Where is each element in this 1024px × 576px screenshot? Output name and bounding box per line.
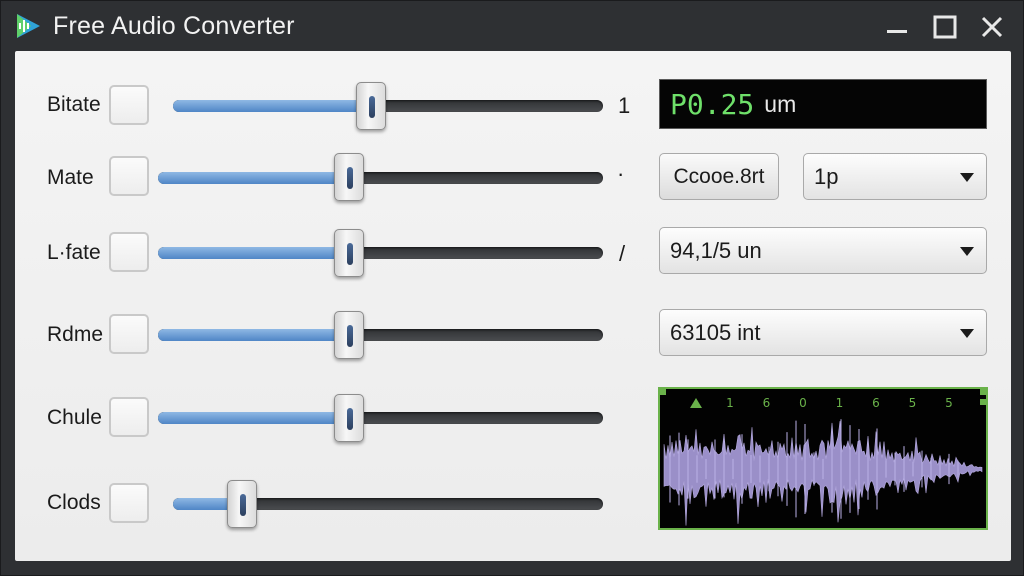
waveform-ruler: 1 6 0 1 6 5 5 [726, 396, 953, 410]
chule-checkbox[interactable] [109, 397, 149, 437]
waveform-display[interactable]: 1 6 0 1 6 5 5 [658, 387, 988, 530]
mate-slider-thumb[interactable] [334, 153, 365, 201]
bitrate-slider-fill [173, 100, 371, 112]
title-bar: Free Audio Converter [1, 1, 1024, 51]
chule-slider-thumb[interactable] [334, 394, 365, 442]
mate-slider-end-label: · [617, 161, 625, 186]
waveform-ruler-label: 1 [726, 396, 734, 410]
app-logo-icon [17, 14, 40, 38]
app-window: Free Audio Converter Bitate 1 Mate · L·f… [0, 0, 1024, 576]
row-label-rdme: Rdme [47, 323, 104, 346]
playhead-marker-icon [690, 398, 702, 408]
row-label-bitrate: Bitate [47, 93, 101, 116]
rate-dropdown[interactable]: 94,1/5 un [659, 227, 987, 274]
value-display: P0.25 um [659, 79, 987, 129]
converter-panel: Bitate 1 Mate · L·fate / Rdme Chule Clod… [15, 51, 1011, 561]
chevron-down-icon [960, 329, 974, 338]
waveform-ruler-label: 1 [836, 396, 844, 410]
rate-dropdown-value: 94,1/5 un [670, 238, 762, 263]
late-checkbox[interactable] [109, 232, 149, 272]
waveform-ruler-label: 6 [763, 396, 771, 410]
row-label-mate: Mate [47, 166, 94, 189]
minimize-icon[interactable] [883, 13, 911, 41]
display-value: P0.25 [670, 87, 755, 121]
rdme-checkbox[interactable] [109, 314, 149, 354]
row-label-clods: Clods [47, 491, 101, 514]
waveform-ruler-label: 6 [872, 396, 880, 410]
waveform-signal [663, 419, 983, 526]
late-slider-fill [158, 247, 350, 259]
chevron-down-icon [960, 173, 974, 182]
maximize-icon[interactable] [931, 13, 959, 41]
waveform-corner-marker [980, 399, 986, 405]
rdme-slider-thumb[interactable] [334, 311, 365, 359]
mate-slider-fill [158, 172, 350, 184]
waveform-corner-marker [660, 389, 666, 395]
waveform-ruler-label: 0 [799, 396, 807, 410]
bitrate-slider-end-label: 1 [618, 93, 631, 118]
row-label-late: L·fate [47, 241, 101, 264]
mate-checkbox[interactable] [109, 156, 149, 196]
late-slider-end-label: / [619, 241, 626, 266]
clods-checkbox[interactable] [109, 483, 149, 523]
bitrate-checkbox[interactable] [109, 85, 149, 125]
bitrate-slider-track[interactable] [173, 100, 603, 112]
small-dropdown-value: 1p [814, 164, 839, 189]
chevron-down-icon [960, 247, 974, 256]
waveform-ruler-label: 5 [909, 396, 917, 410]
convert-button[interactable]: Ccooe.8rt [659, 153, 779, 200]
rdme-slider-track[interactable] [158, 329, 603, 341]
close-icon[interactable] [978, 13, 1006, 41]
small-dropdown[interactable]: 1p [803, 153, 987, 200]
window-title: Free Audio Converter [53, 12, 295, 40]
count-dropdown-value: 63105 int [670, 320, 761, 345]
row-label-chule: Chule [47, 406, 102, 429]
chule-slider-track[interactable] [158, 412, 603, 424]
mate-slider-track[interactable] [158, 172, 603, 184]
count-dropdown[interactable]: 63105 int [659, 309, 987, 356]
rdme-slider-fill [158, 329, 350, 341]
display-unit: um [764, 90, 797, 117]
waveform-ruler-label: 5 [945, 396, 953, 410]
waveform-corner-marker [980, 389, 986, 395]
late-slider-thumb[interactable] [334, 229, 365, 277]
clods-slider-thumb[interactable] [226, 480, 257, 528]
chule-slider-fill [158, 412, 350, 424]
bitrate-slider-thumb[interactable] [355, 82, 386, 130]
late-slider-track[interactable] [158, 247, 603, 259]
